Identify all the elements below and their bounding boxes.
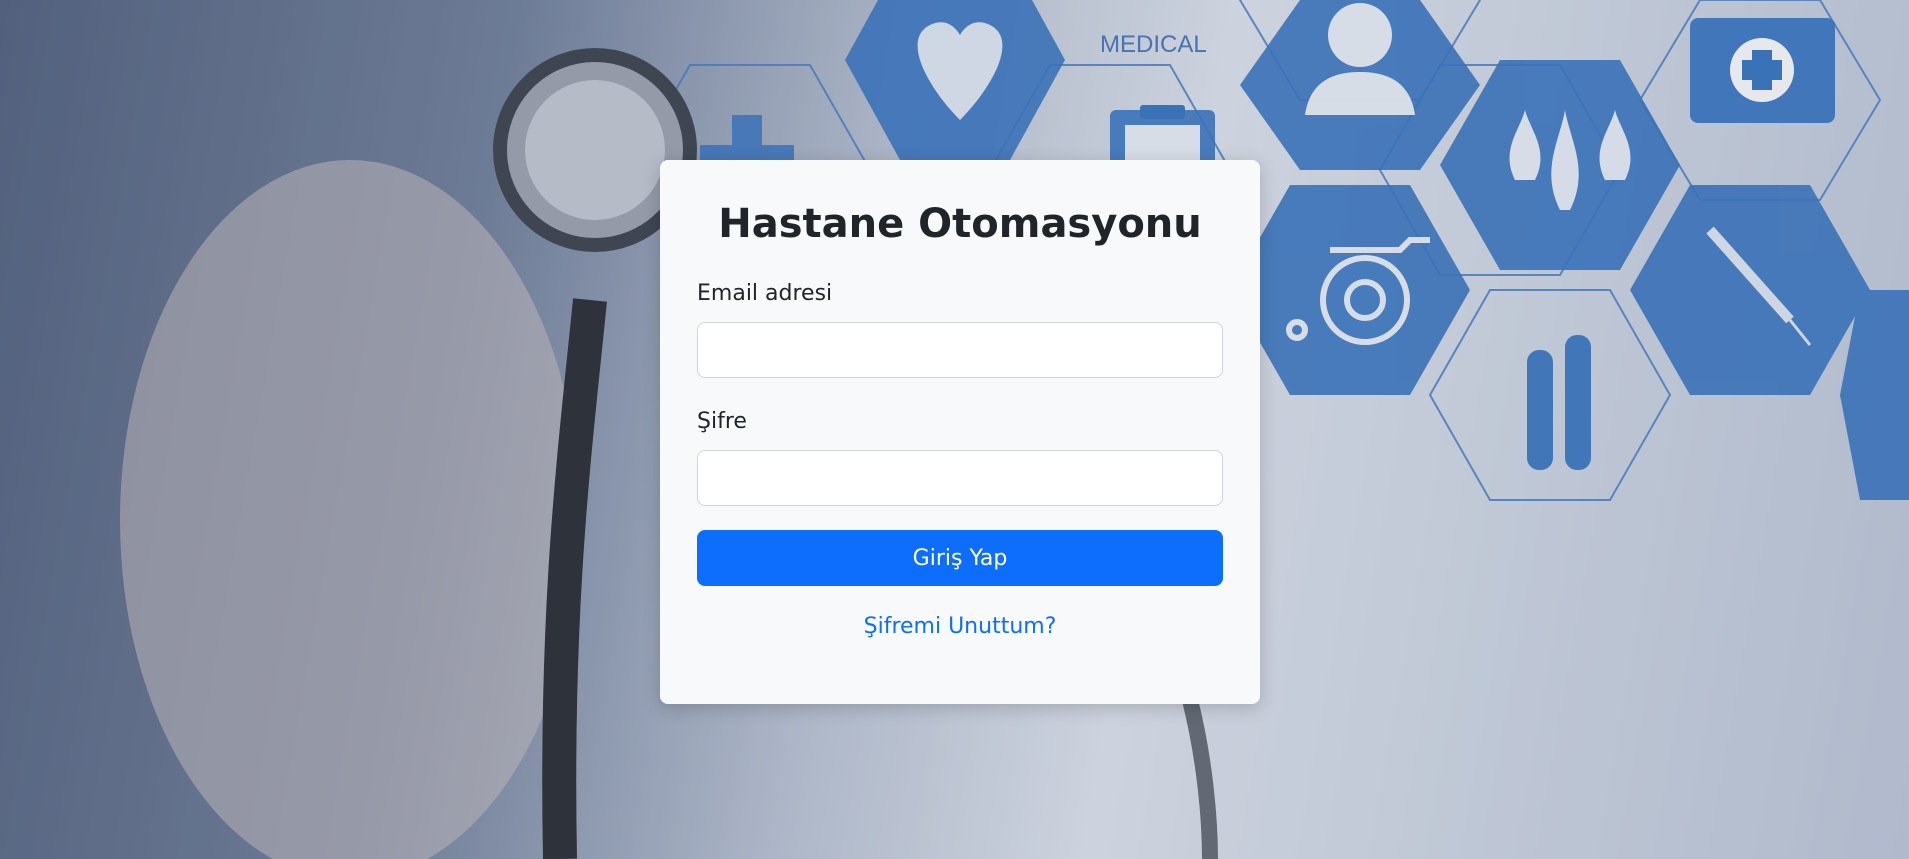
forgot-password-link[interactable]: Şifremi Unuttum? [697,614,1223,639]
login-button[interactable]: Giriş Yap [697,530,1223,586]
password-field[interactable] [697,450,1223,506]
password-label: Şifre [697,409,747,434]
page-background: MEDICAL Hastane Otomasyonu Email adresi … [0,0,1909,859]
login-card: Hastane Otomasyonu Email adresi Şifre Gi… [660,160,1260,704]
email-field[interactable] [697,322,1223,378]
page-title: Hastane Otomasyonu [718,201,1202,247]
email-label: Email adresi [697,281,833,306]
